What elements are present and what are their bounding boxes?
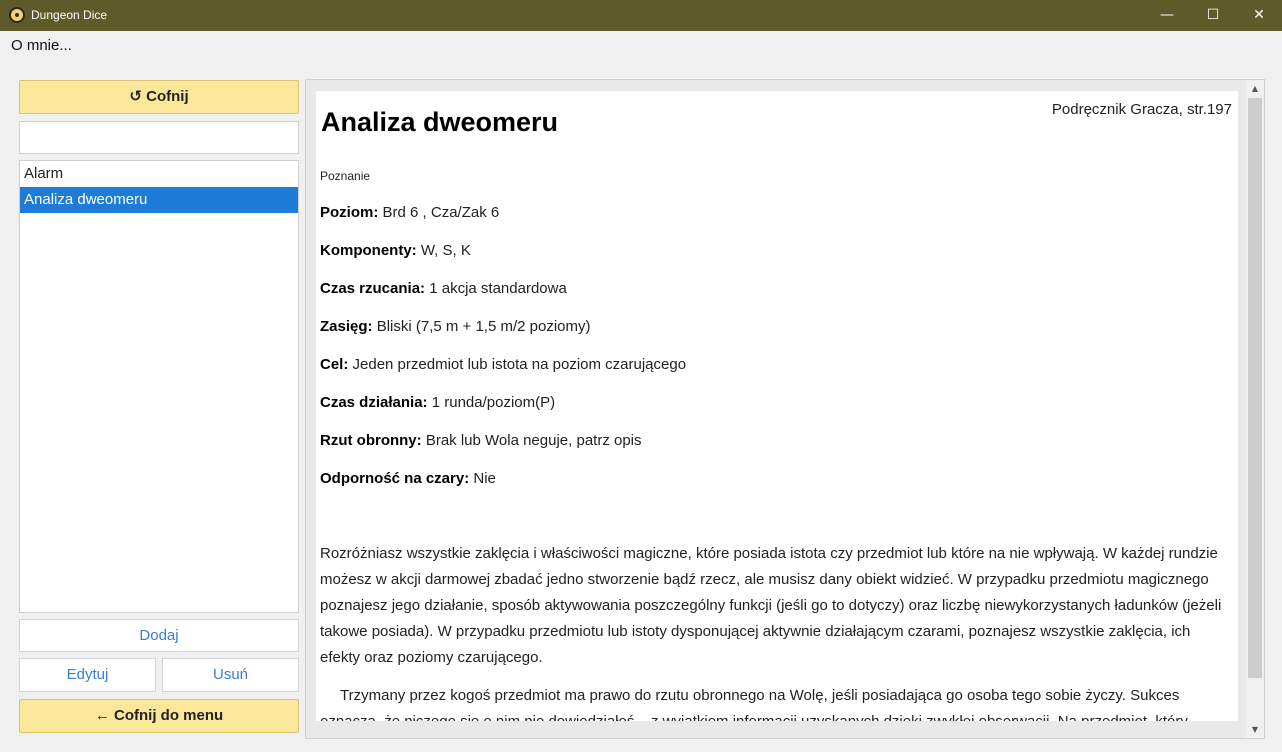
stat-value: 1 runda/poziom(P) bbox=[431, 394, 556, 411]
stat-label: Odporność na czary: bbox=[320, 470, 470, 487]
spell-title: Analiza dweomeru bbox=[321, 107, 559, 137]
stat-label: Czas rzucania: bbox=[320, 280, 426, 297]
title-bar: Dungeon Dice — ☐ ✕ bbox=[0, 0, 1282, 31]
undo-icon: ↺ bbox=[129, 88, 142, 105]
stat-value: Brd 6 , Cza/Zak 6 bbox=[382, 204, 500, 221]
content-scrollbar[interactable]: ▲ ▼ bbox=[1246, 80, 1264, 738]
stat-label: Cel: bbox=[320, 356, 349, 373]
menu-bar: O mnie... bbox=[0, 31, 1282, 60]
stat-label: Komponenty: bbox=[320, 242, 417, 259]
spell-details: Analiza dweomeru Podręcznik Gracza, str.… bbox=[316, 91, 1238, 721]
spell-school: Poznanie bbox=[320, 169, 371, 183]
stat-components: Komponenty: W, S, K bbox=[320, 242, 471, 259]
stat-label: Zasięg: bbox=[320, 318, 373, 335]
stat-label: Czas działania: bbox=[320, 394, 428, 411]
dice-icon bbox=[9, 7, 25, 23]
back-to-menu-button[interactable]: ← Cofnij do menu bbox=[19, 699, 299, 733]
stat-target: Cel: Jeden przedmiot lub istota na pozio… bbox=[320, 356, 686, 373]
scroll-up-arrow-icon[interactable]: ▲ bbox=[1246, 80, 1264, 97]
list-item[interactable]: Alarm bbox=[20, 161, 298, 187]
stat-label: Poziom: bbox=[320, 204, 379, 221]
stat-label: Rzut obronny: bbox=[320, 432, 422, 449]
search-input[interactable] bbox=[19, 121, 299, 154]
stat-duration: Czas działania: 1 runda/poziom(P) bbox=[320, 394, 555, 411]
add-button[interactable]: Dodaj bbox=[19, 619, 299, 652]
stat-value: Brak lub Wola neguje, patrz opis bbox=[425, 432, 642, 449]
stat-saving-throw: Rzut obronny: Brak lub Wola neguje, patr… bbox=[320, 432, 642, 449]
stat-value: 1 akcja standardowa bbox=[429, 280, 567, 297]
arrow-left-icon: ← bbox=[94, 707, 110, 724]
close-button[interactable]: ✕ bbox=[1236, 0, 1282, 31]
spell-source: Podręcznik Gracza, str.197 bbox=[1051, 101, 1232, 118]
back-button-label: Cofnij bbox=[146, 88, 189, 105]
scroll-down-arrow-icon[interactable]: ▼ bbox=[1246, 721, 1264, 738]
stat-level: Poziom: Brd 6 , Cza/Zak 6 bbox=[320, 204, 499, 221]
description-paragraph: Rozróżniasz wszystkie zaklęcia i właściw… bbox=[320, 545, 1222, 666]
minimize-button[interactable]: — bbox=[1144, 0, 1190, 31]
stat-value: Bliski (7,5 m + 1,5 m/2 poziomy) bbox=[376, 318, 591, 335]
edit-button[interactable]: Edytuj bbox=[19, 658, 156, 692]
stat-spell-resistance: Odporność na czary: Nie bbox=[320, 470, 496, 487]
maximize-button[interactable]: ☐ bbox=[1190, 0, 1236, 31]
list-item[interactable]: Analiza dweomeru bbox=[20, 187, 298, 213]
stat-value: W, S, K bbox=[420, 242, 471, 259]
stat-range: Zasięg: Bliski (7,5 m + 1,5 m/2 poziomy) bbox=[320, 318, 591, 335]
menu-item-about[interactable]: O mnie... bbox=[11, 37, 72, 54]
back-button[interactable]: ↺ Cofnij bbox=[19, 80, 299, 114]
spell-list: Alarm Analiza dweomeru bbox=[19, 160, 299, 613]
stat-value: Nie bbox=[473, 470, 496, 487]
description-paragraph: Trzymany przez kogoś przedmiot ma prawo … bbox=[320, 687, 1188, 721]
scrollbar-thumb[interactable] bbox=[1248, 98, 1262, 678]
back-to-menu-label: Cofnij do menu bbox=[114, 707, 224, 724]
window-title: Dungeon Dice bbox=[31, 8, 108, 22]
spell-description: Rozróżniasz wszystkie zaklęcia i właściw… bbox=[320, 541, 1234, 721]
delete-button[interactable]: Usuń bbox=[162, 658, 299, 692]
stat-casting-time: Czas rzucania: 1 akcja standardowa bbox=[320, 280, 567, 297]
stat-value: Jeden przedmiot lub istota na poziom cza… bbox=[352, 356, 687, 373]
